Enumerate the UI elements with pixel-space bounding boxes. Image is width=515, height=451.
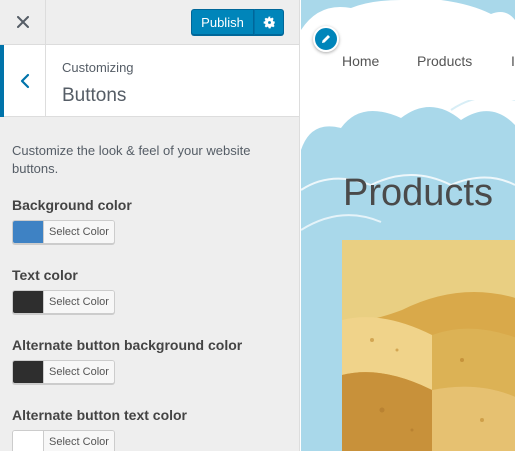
section-description: Customize the look & feel of your websit… [12,143,251,176]
back-button[interactable] [0,45,46,117]
color-swatch [13,221,44,243]
select-color-label: Select Color [44,361,114,383]
alternate-text-color-label: Alternate button text color [12,407,188,423]
page-heading: Products [343,172,493,214]
nav-link-home[interactable]: Home [342,53,379,69]
nav-link-products[interactable]: Products [417,53,472,69]
gear-icon [263,16,275,28]
color-swatch [13,431,44,451]
edit-shortcut-button[interactable] [313,26,339,52]
customizer-panel: Publish Customizing Buttons Customize th… [0,0,300,451]
site-navigation: Home Products I [301,0,515,100]
publish-button[interactable]: Publish [191,9,254,35]
chevron-left-icon [20,73,29,89]
background-color-picker[interactable]: Select Color [12,220,115,244]
select-color-label: Select Color [44,291,114,313]
pencil-icon [322,35,330,43]
customizing-label: Customizing [62,60,134,75]
color-swatch [13,361,44,383]
alternate-background-color-picker[interactable]: Select Color [12,360,115,384]
publish-settings-button[interactable] [254,9,284,35]
cheese-illustration [342,240,515,451]
text-color-label: Text color [12,267,78,283]
nav-link-more[interactable]: I [511,53,515,69]
site-preview: Home Products I Products [301,0,515,451]
color-swatch [13,291,44,313]
alternate-text-color-picker[interactable]: Select Color [12,430,115,451]
product-image [342,240,515,451]
customizer-header: Publish [0,0,299,45]
close-icon [16,16,29,28]
text-color-picker[interactable]: Select Color [12,290,115,314]
select-color-label: Select Color [44,431,114,451]
select-color-label: Select Color [44,221,114,243]
cloud-top [301,0,515,30]
section-header: Customizing Buttons [0,45,299,117]
background-color-label: Background color [12,197,132,213]
section-title: Buttons [62,85,127,106]
close-button[interactable] [0,0,46,44]
alternate-background-color-label: Alternate button background color [12,337,243,353]
